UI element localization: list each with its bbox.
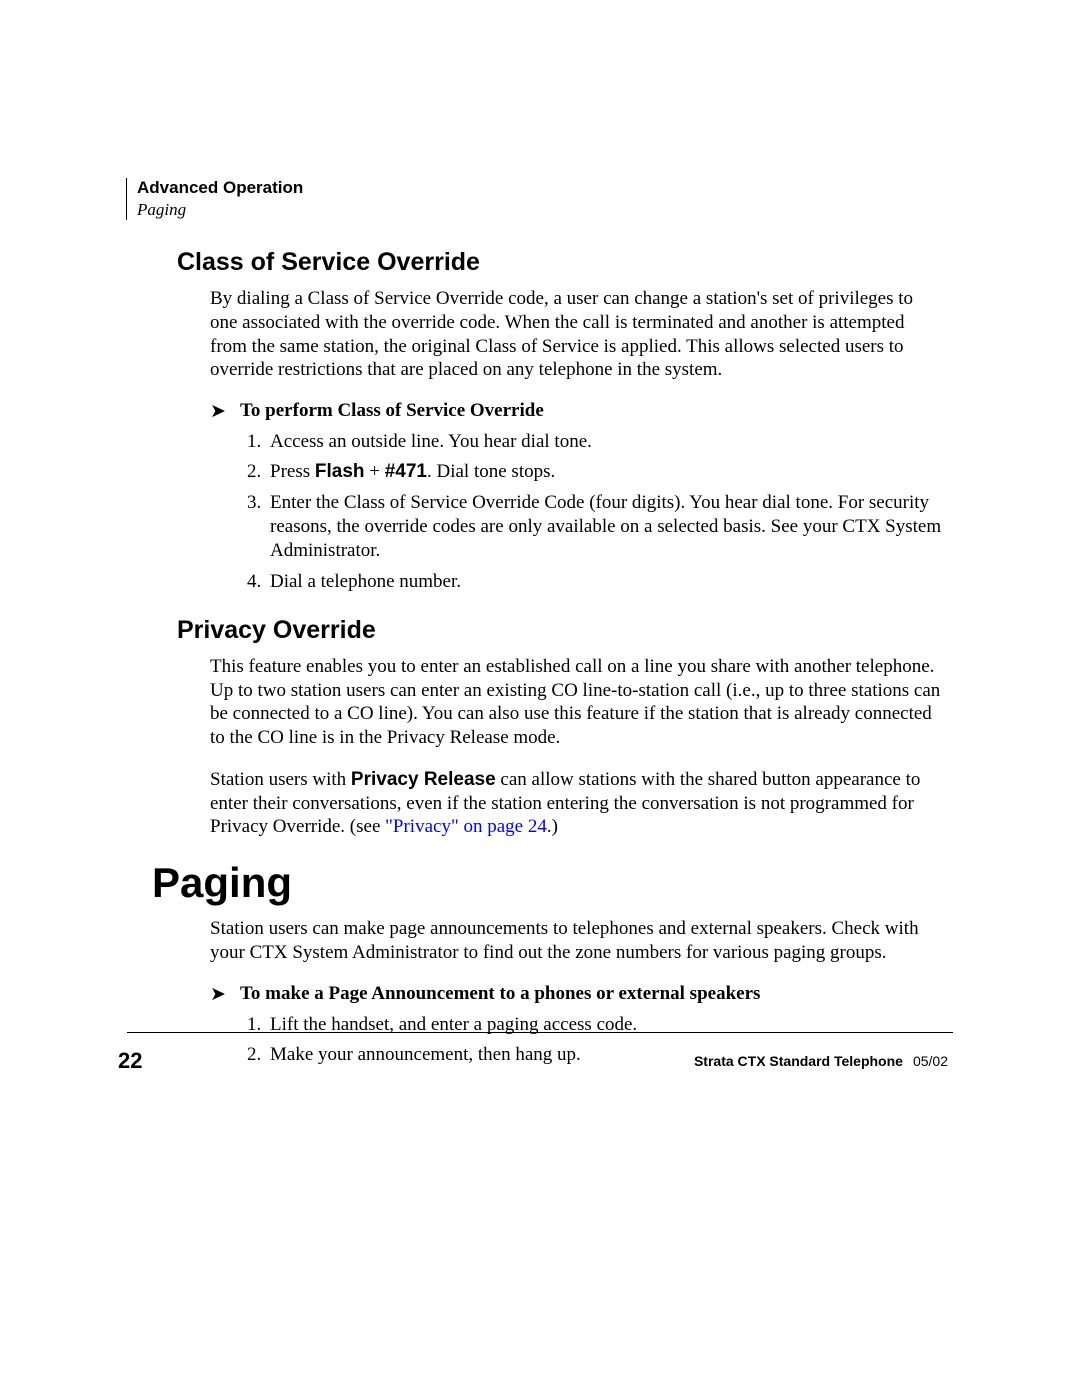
cos-step-1: Access an outside line. You hear dial to… (266, 430, 942, 454)
running-header: Advanced Operation Paging (126, 178, 303, 220)
content-area: Class of Service Override By dialing a C… (152, 248, 942, 1089)
privacy-paragraph-1: This feature enables you to enter an est… (210, 655, 942, 750)
footer-doc-title: Strata CTX Standard Telephone 05/02 (694, 1053, 948, 1069)
privacy-paragraph-2: Station users with Privacy Release can a… (210, 768, 942, 839)
footer-rule (127, 1032, 953, 1033)
dial-code: #471 (385, 461, 427, 482)
paging-body: Station users can make page announcement… (210, 917, 942, 1067)
footer-doc-name: Strata CTX Standard Telephone (694, 1053, 903, 1069)
cos-step-2: Press Flash + #471. Dial tone stops. (266, 460, 942, 484)
heading-paging: Paging (152, 859, 942, 907)
para-text: Station users with (210, 769, 351, 790)
page: Advanced Operation Paging Class of Servi… (0, 0, 1080, 1397)
cos-steps-list: Access an outside line. You hear dial to… (210, 430, 942, 594)
procedure-heading-cos: To perform Class of Service Override (210, 400, 942, 422)
privacy-release-key: Privacy Release (351, 769, 496, 790)
header-section: Paging (137, 200, 303, 220)
cos-step-3: Enter the Class of Service Override Code… (266, 491, 942, 564)
step-text: Press (270, 461, 315, 482)
heading-privacy-override: Privacy Override (177, 616, 942, 645)
paging-step-1: Lift the handset, and enter a paging acc… (266, 1013, 942, 1037)
para-text: .) (547, 816, 558, 837)
footer-date: 05/02 (913, 1053, 948, 1069)
procedure-heading-paging: To make a Page Announcement to a phones … (210, 983, 942, 1005)
header-chapter: Advanced Operation (137, 178, 303, 198)
cos-step-4: Dial a telephone number. (266, 570, 942, 594)
heading-cos-override: Class of Service Override (177, 248, 942, 277)
step-text: + (365, 461, 385, 482)
page-number: 22 (118, 1048, 142, 1074)
step-text: . Dial tone stops. (427, 461, 555, 482)
flash-key: Flash (315, 461, 365, 482)
privacy-body: This feature enables you to enter an est… (210, 655, 942, 839)
paging-paragraph: Station users can make page announcement… (210, 917, 942, 965)
cos-body: By dialing a Class of Service Override c… (210, 287, 942, 594)
privacy-cross-ref-link[interactable]: "Privacy" on page 24 (385, 816, 547, 837)
cos-paragraph: By dialing a Class of Service Override c… (210, 287, 942, 382)
